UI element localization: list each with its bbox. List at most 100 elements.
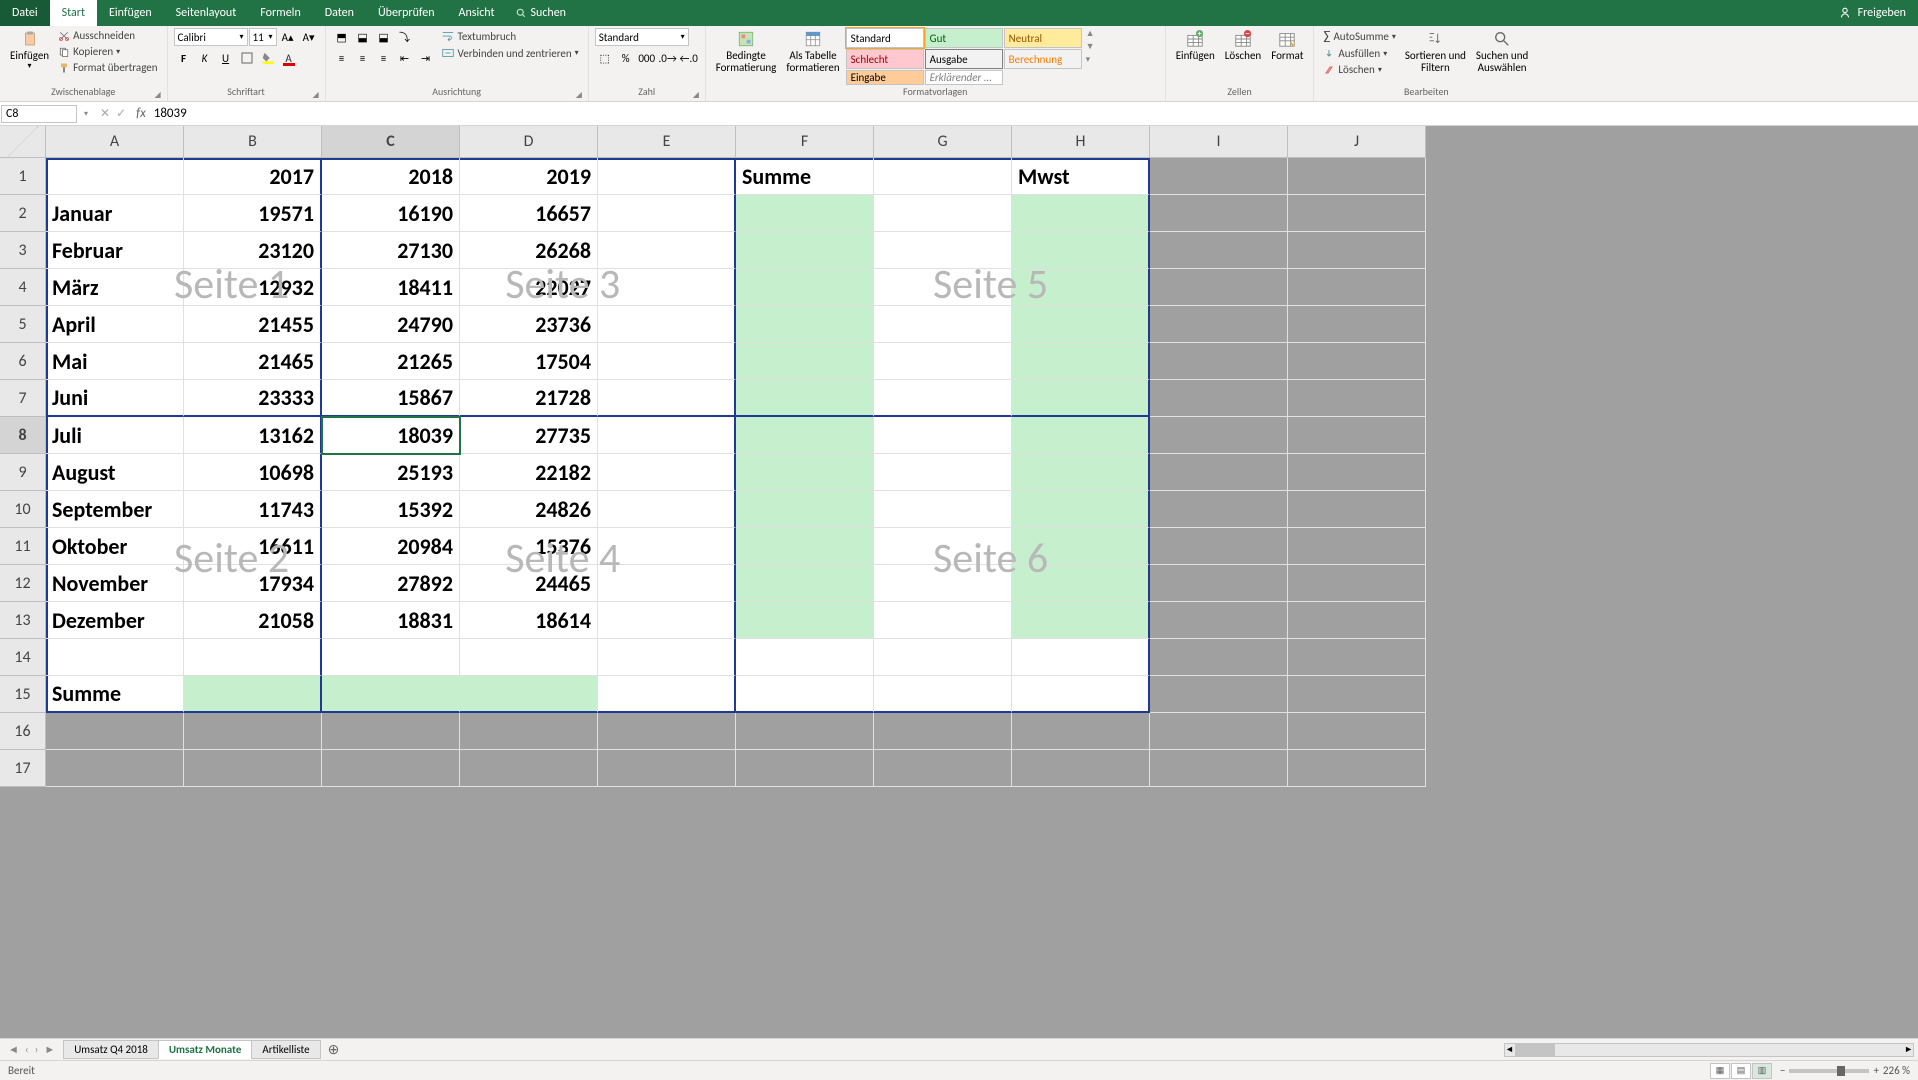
italic-button[interactable]: K (195, 49, 215, 67)
row-header[interactable]: 11 (0, 528, 46, 565)
cell-G8[interactable] (874, 417, 1012, 454)
row-header[interactable]: 10 (0, 491, 46, 528)
cell-I16[interactable] (1150, 713, 1288, 750)
format-painter-button[interactable]: Format übertragen (55, 60, 160, 75)
cell-C16[interactable] (322, 713, 460, 750)
zoom-slider[interactable] (1789, 1069, 1869, 1073)
cell-I3[interactable] (1150, 232, 1288, 269)
cell-F12[interactable] (736, 565, 874, 602)
row-header[interactable]: 17 (0, 750, 46, 787)
cell-D12[interactable]: 24465 (460, 565, 598, 602)
column-header[interactable]: D (460, 126, 598, 158)
tell-me-search[interactable]: Suchen (515, 6, 566, 20)
increase-font-icon[interactable]: A▴ (278, 28, 298, 46)
underline-button[interactable]: U (216, 49, 236, 67)
tab-ansicht[interactable]: Ansicht (447, 0, 507, 26)
tab-daten[interactable]: Daten (313, 0, 366, 26)
cell-G16[interactable] (874, 713, 1012, 750)
style-calculation[interactable]: Berechnung (1004, 49, 1082, 69)
cell-D16[interactable] (460, 713, 598, 750)
column-header[interactable]: F (736, 126, 874, 158)
row-header[interactable]: 8 (0, 417, 46, 454)
cell-D5[interactable]: 23736 (460, 306, 598, 343)
row-header[interactable]: 2 (0, 195, 46, 232)
align-left-icon[interactable]: ≡ (332, 49, 352, 67)
tab-überprüfen[interactable]: Überprüfen (366, 0, 447, 26)
cell-B4[interactable]: 12932 (184, 269, 322, 306)
cell-F7[interactable] (736, 380, 874, 417)
find-select-button[interactable]: Suchen und Auswählen (1472, 28, 1532, 76)
cell-H11[interactable] (1012, 528, 1150, 565)
cell-F8[interactable] (736, 417, 874, 454)
row-header[interactable]: 5 (0, 306, 46, 343)
font-size-combo[interactable]: 11▾ (249, 28, 277, 46)
cell-F2[interactable] (736, 195, 874, 232)
tab-einfügen[interactable]: Einfügen (97, 0, 164, 26)
cell-G15[interactable] (874, 676, 1012, 713)
cell-E4[interactable] (598, 269, 736, 306)
cell-D17[interactable] (460, 750, 598, 787)
cell-J5[interactable] (1288, 306, 1426, 343)
cell-A13[interactable]: Dezember (46, 602, 184, 639)
row-header[interactable]: 1 (0, 158, 46, 195)
sort-filter-button[interactable]: Sortieren und Filtern (1401, 28, 1470, 76)
orientation-icon[interactable]: ⤵ (395, 28, 415, 46)
cell-J12[interactable] (1288, 565, 1426, 602)
cell-H3[interactable] (1012, 232, 1150, 269)
cell-J7[interactable] (1288, 380, 1426, 417)
row-header[interactable]: 4 (0, 269, 46, 306)
page-break-view-button[interactable]: ▥ (1752, 1063, 1772, 1079)
cell-A2[interactable]: Januar (46, 195, 184, 232)
cell-E9[interactable] (598, 454, 736, 491)
cell-I13[interactable] (1150, 602, 1288, 639)
cell-J17[interactable] (1288, 750, 1426, 787)
cell-D13[interactable]: 18614 (460, 602, 598, 639)
cell-D7[interactable]: 21728 (460, 380, 598, 417)
share-button[interactable]: Freigeben (1858, 6, 1906, 20)
cell-D3[interactable]: 26268 (460, 232, 598, 269)
cell-D15[interactable] (460, 676, 598, 713)
accounting-format-icon[interactable]: ⬚ (595, 49, 615, 67)
cell-G6[interactable] (874, 343, 1012, 380)
cell-D8[interactable]: 27735 (460, 417, 598, 454)
cell-I11[interactable] (1150, 528, 1288, 565)
cell-styles-gallery[interactable]: Standard Gut Neutral Schlecht Ausgabe Be… (846, 28, 1082, 85)
cell-F3[interactable] (736, 232, 874, 269)
cell-J4[interactable] (1288, 269, 1426, 306)
cell-B3[interactable]: 23120 (184, 232, 322, 269)
decrease-decimal-icon[interactable]: ←.0 (679, 49, 699, 67)
cell-C11[interactable]: 20984 (322, 528, 460, 565)
cell-C2[interactable]: 16190 (322, 195, 460, 232)
cell-I2[interactable] (1150, 195, 1288, 232)
percent-format-icon[interactable]: % (616, 49, 636, 67)
cell-F16[interactable] (736, 713, 874, 750)
column-header[interactable]: A (46, 126, 184, 158)
cell-F4[interactable] (736, 269, 874, 306)
cell-H9[interactable] (1012, 454, 1150, 491)
cell-I14[interactable] (1150, 639, 1288, 676)
clear-button[interactable]: Löschen▾ (1320, 62, 1398, 77)
cell-E17[interactable] (598, 750, 736, 787)
style-good[interactable]: Gut (925, 28, 1003, 48)
cell-B6[interactable]: 21465 (184, 343, 322, 380)
decrease-font-icon[interactable]: A▾ (299, 28, 319, 46)
cell-F13[interactable] (736, 602, 874, 639)
format-cells-button[interactable]: Format (1267, 28, 1307, 64)
copy-button[interactable]: Kopieren▾ (55, 44, 160, 59)
style-bad[interactable]: Schlecht (846, 49, 924, 69)
cell-G1[interactable] (874, 158, 1012, 195)
cell-H16[interactable] (1012, 713, 1150, 750)
cell-G2[interactable] (874, 195, 1012, 232)
cell-D2[interactable]: 16657 (460, 195, 598, 232)
tab-nav-last-icon[interactable]: ► (42, 1043, 57, 1056)
cell-J2[interactable] (1288, 195, 1426, 232)
insert-cells-button[interactable]: Einfügen (1172, 28, 1219, 64)
cell-A6[interactable]: Mai (46, 343, 184, 380)
horizontal-scrollbar[interactable]: ◄► (347, 1043, 1918, 1057)
cell-E16[interactable] (598, 713, 736, 750)
sheet-tab[interactable]: Umsatz Monate (158, 1040, 253, 1059)
name-box[interactable] (1, 105, 77, 123)
cell-G4[interactable] (874, 269, 1012, 306)
cell-C15[interactable] (322, 676, 460, 713)
font-name-combo[interactable]: Calibri▾ (174, 28, 248, 46)
